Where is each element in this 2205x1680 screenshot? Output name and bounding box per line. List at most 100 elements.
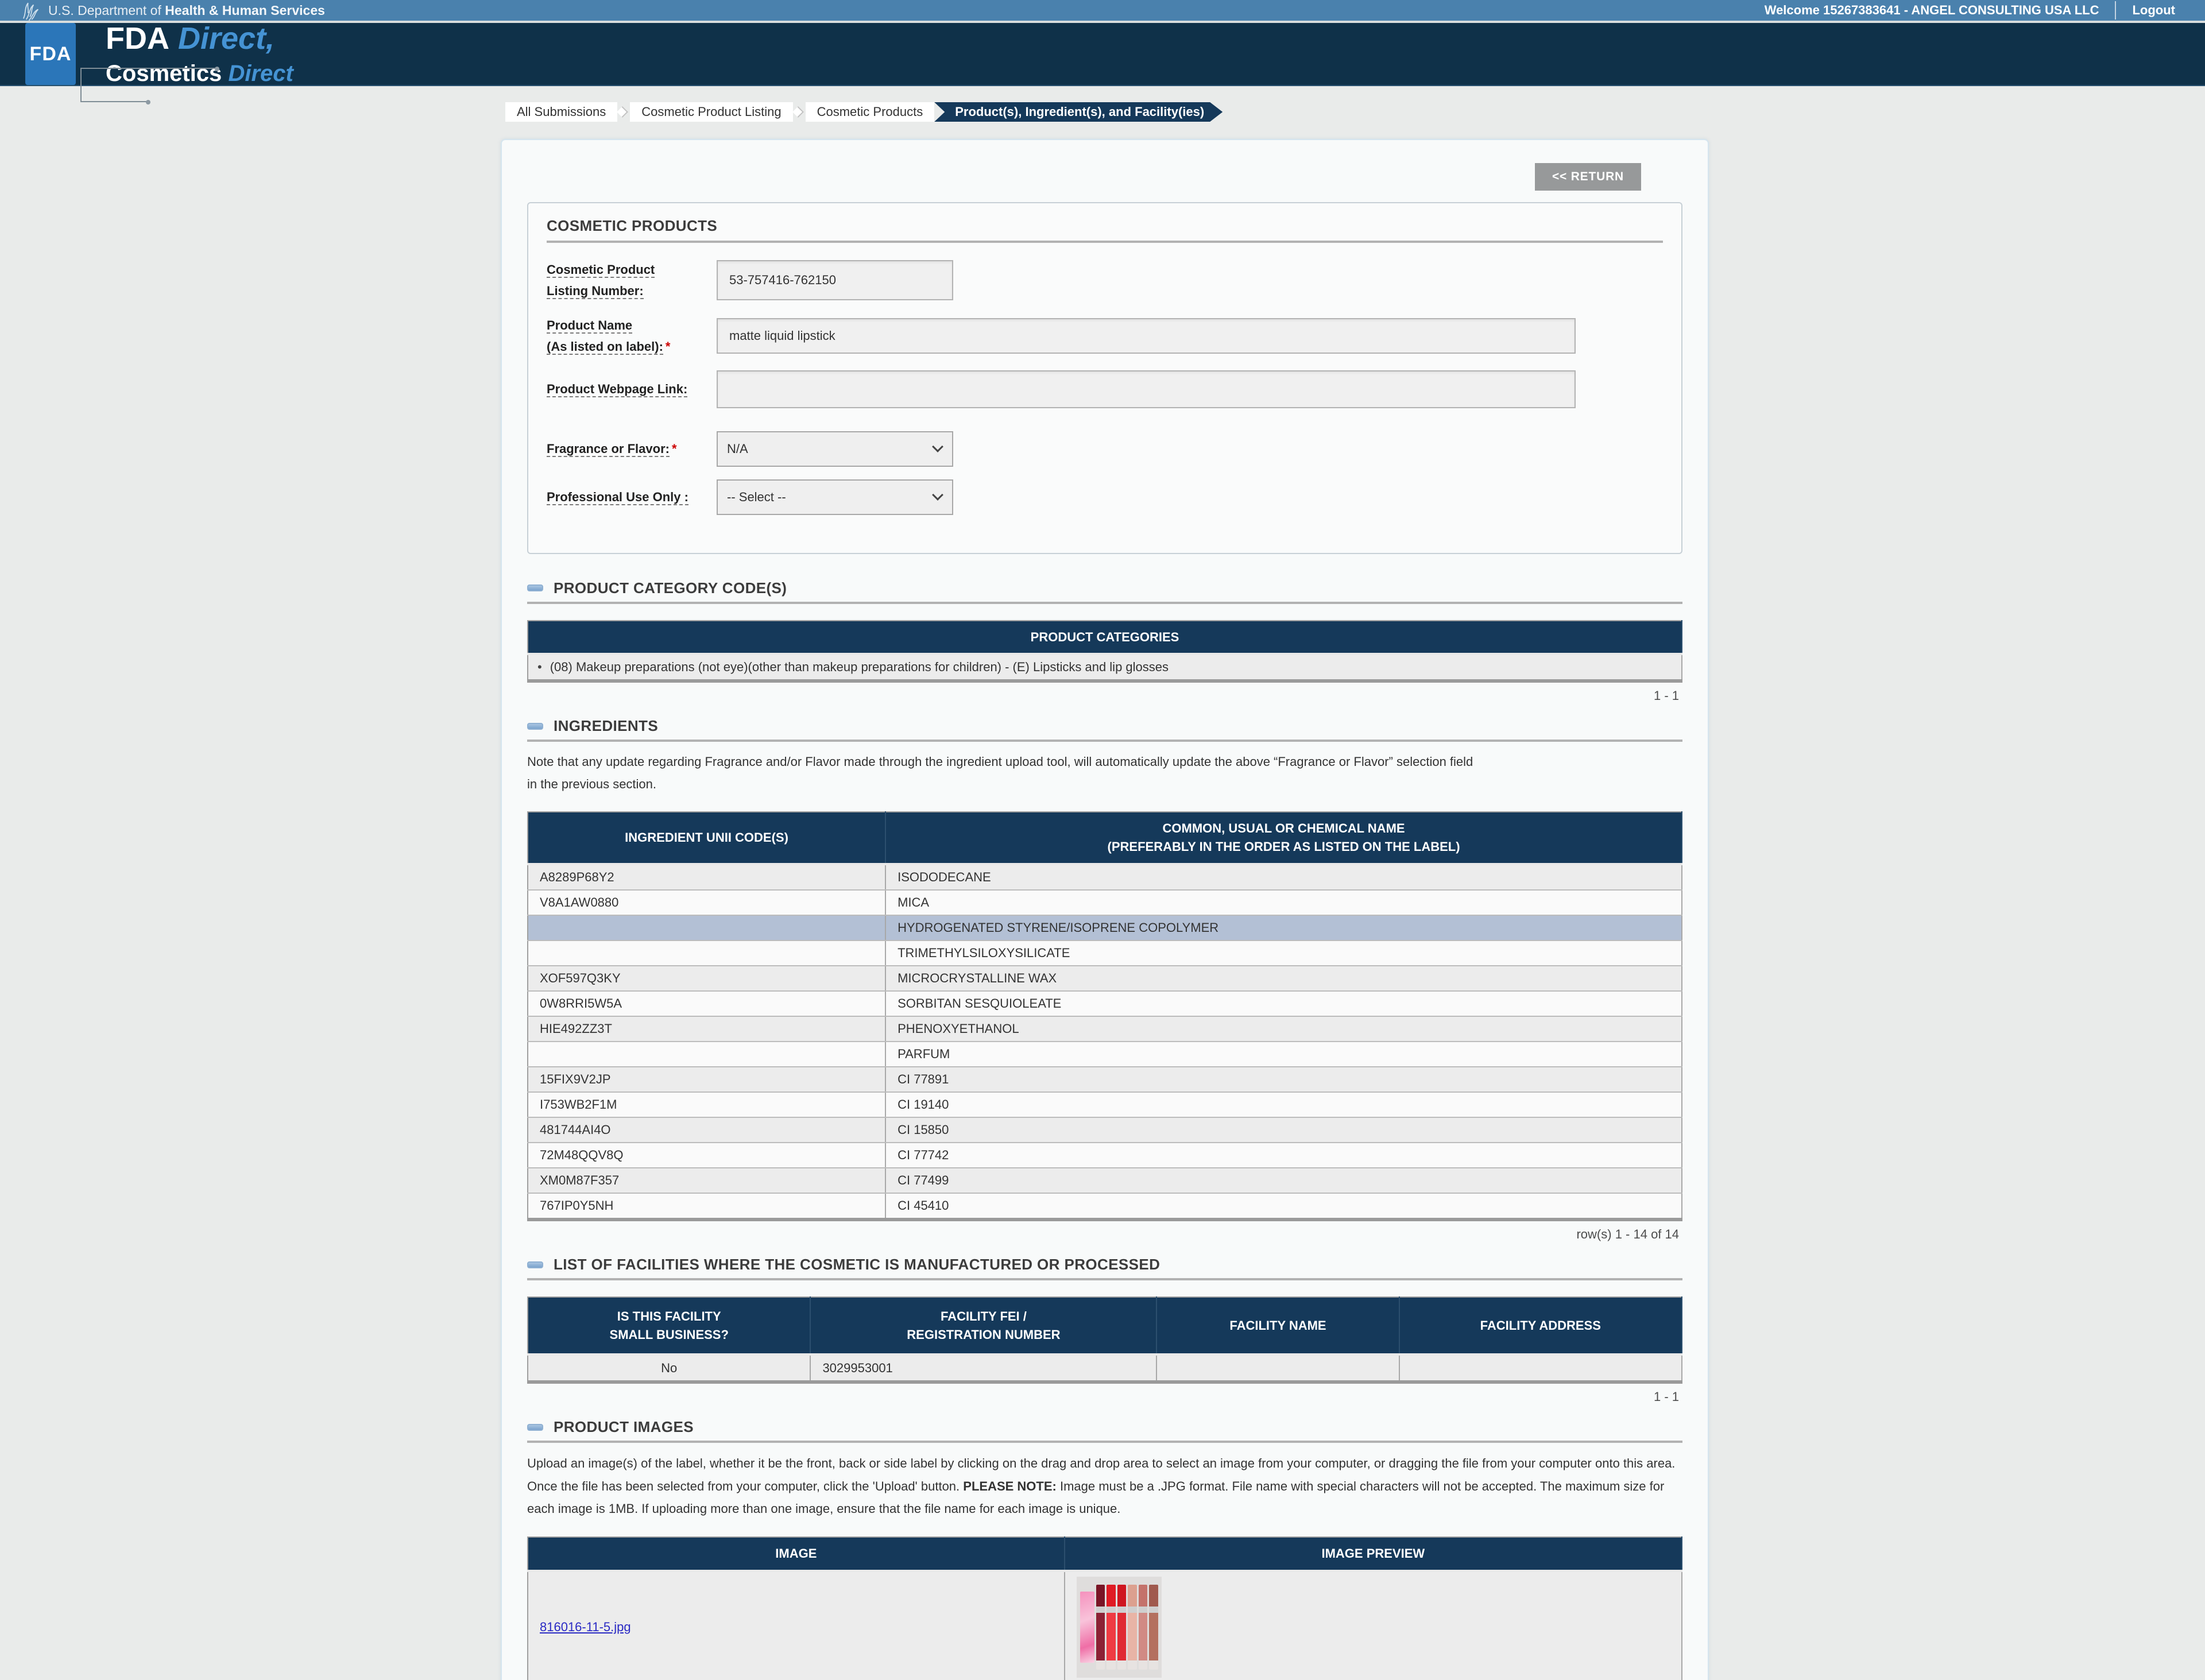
lipstick-tube <box>1149 1584 1158 1670</box>
professional-use-select[interactable]: -- Select -- <box>717 479 953 515</box>
ingredient-unii-cell: XOF597Q3KY <box>528 966 887 992</box>
facility-address-column-header: FACILITY ADDRESS <box>1399 1297 1683 1356</box>
professional-use-label: Professional Use Only : <box>547 489 688 505</box>
ingredient-name-cell: PARFUM <box>885 1042 1683 1068</box>
breadcrumb-cosmetic-products[interactable]: Cosmetic Products <box>805 102 935 122</box>
facilities-section: LIST OF FACILITIES WHERE THE COSMETIC IS… <box>527 1256 1683 1404</box>
ingredient-unii-cell <box>528 1042 887 1068</box>
return-button[interactable]: << RETURN <box>1534 163 1641 191</box>
ingredient-unii-cell: 0W8RRI5W5A <box>528 991 887 1017</box>
logout-link[interactable]: Logout <box>2132 3 2175 18</box>
divider <box>527 601 1682 604</box>
image-row: 816016-11-5.jpg <box>528 1570 1682 1680</box>
listing-number-field[interactable]: 53-757416-762150 <box>717 260 953 301</box>
breadcrumb-all-submissions[interactable]: All Submissions <box>505 102 618 122</box>
cosmetic-products-box: COSMETIC PRODUCTS Cosmetic Product Listi… <box>527 202 1682 554</box>
ingredient-name-cell: CI 77742 <box>885 1143 1683 1169</box>
ingredient-row[interactable]: HYDROGENATED STYRENE/ISOPRENE COPOLYMER <box>528 915 1683 942</box>
ingredients-pagination: row(s) 1 - 14 of 14 <box>1576 1227 1679 1242</box>
ingredient-row[interactable]: PARFUM <box>528 1042 1683 1068</box>
product-categories-header: PRODUCT CATEGORIES <box>528 620 1682 656</box>
ingredient-name-cell: MICA <box>885 890 1683 916</box>
ingredient-row[interactable]: I753WB2F1M CI 19140 <box>528 1092 1683 1118</box>
ingredient-row[interactable]: XM0M87F357 CI 77499 <box>528 1168 1683 1194</box>
ingredient-row[interactable]: V8A1AW0880 MICA <box>528 890 1683 916</box>
fragrance-row: Fragrance or Flavor: * N/A <box>547 431 1663 467</box>
ingredient-row[interactable]: HIE492ZZ3T PHENOXYETHANOL <box>528 1016 1683 1043</box>
hhs-topbar: U.S. Department of Health & Human Servic… <box>0 0 2205 23</box>
ingredient-unii-cell: 767IP0Y5NH <box>528 1193 887 1221</box>
ingredient-unii-cell: 72M48QQV8Q <box>528 1143 887 1169</box>
professional-use-row: Professional Use Only : -- Select -- <box>547 479 1663 515</box>
collapse-icon[interactable] <box>527 1261 543 1268</box>
divider <box>527 1441 1682 1443</box>
listing-number-row: Cosmetic Product Listing Number: 53-7574… <box>547 259 1663 302</box>
ingredient-row[interactable]: XOF597Q3KY MICROCRYSTALLINE WAX <box>528 966 1683 992</box>
small-business-column-header: IS THIS FACILITY SMALL BUSINESS? <box>528 1297 811 1356</box>
ingredient-row[interactable]: A8289P68Y2 ISODODECANE <box>528 864 1683 891</box>
divider <box>547 241 1663 243</box>
ingredient-row[interactable]: 15FIX9V2JP CI 77891 <box>528 1067 1683 1093</box>
facility-address-cell <box>1399 1354 1683 1383</box>
facilities-pagination: 1 - 1 <box>1653 1389 1679 1404</box>
ingredient-name-cell: CI 15850 <box>885 1117 1683 1144</box>
breadcrumb-cosmetic-product-listing[interactable]: Cosmetic Product Listing <box>630 102 793 122</box>
divider <box>527 740 1682 742</box>
product-categories-table: PRODUCT CATEGORIES • (08) Makeup preparat… <box>527 620 1682 683</box>
ingredient-row[interactable]: 0W8RRI5W5A SORBITAN SESQUIOLEATE <box>528 991 1683 1017</box>
welcome-text: Welcome 15267383641 - ANGEL CONSULTING U… <box>1764 3 2099 17</box>
category-row[interactable]: • (08) Makeup preparations (not eye)(othe… <box>528 654 1682 682</box>
collapse-icon[interactable] <box>527 584 543 592</box>
ingredients-section: INGREDIENTS Note that any update regardi… <box>527 717 1683 1242</box>
hhs-eagle-icon <box>22 2 39 21</box>
collapse-icon[interactable] <box>527 1423 543 1431</box>
collapse-icon[interactable] <box>527 722 543 730</box>
ingredients-note: Note that any update regarding Fragrance… <box>527 754 1473 791</box>
ingredient-name-cell: MICROCRYSTALLINE WAX <box>885 966 1683 992</box>
lipstick-carton <box>1080 1591 1094 1663</box>
fei-column-header: FACILITY FEI / REGISTRATION NUMBER <box>810 1297 1158 1356</box>
lipstick-tube <box>1138 1584 1148 1670</box>
ingredient-name-cell: CI 45410 <box>885 1193 1683 1221</box>
ingredient-row[interactable]: TRIMETHYLSILOXYSILICATE <box>528 940 1683 967</box>
image-preview-thumbnail[interactable] <box>1076 1576 1162 1678</box>
ingredients-tbody: A8289P68Y2 ISODODECANE V8A1AW0880 MICA HYDRO… <box>528 864 1683 1221</box>
product-name-label: Product Name (As listed on label): * <box>547 318 671 355</box>
divider <box>527 1278 1682 1281</box>
ingredient-name-cell: PHENOXYETHANOL <box>885 1016 1683 1043</box>
breadcrumb-current-page: Product(s), Ingredient(s), and Facility(… <box>934 102 1223 122</box>
image-preview-column-header: IMAGE PREVIEW <box>1064 1537 1682 1572</box>
ingredient-name-cell: CI 77499 <box>885 1168 1683 1194</box>
product-name-field[interactable]: matte liquid lipstick <box>717 318 1576 354</box>
hhs-dept-text: U.S. Department of Health & Human Servic… <box>48 2 325 18</box>
brand-bracket-decoration <box>80 68 150 104</box>
ingredient-name-cell: HYDROGENATED STYRENE/ISOPRENE COPOLYMER <box>885 915 1683 942</box>
ingredient-unii-cell <box>528 915 887 942</box>
ingredient-unii-cell: V8A1AW0880 <box>528 890 887 916</box>
facility-row[interactable]: No 3029953001 <box>528 1354 1683 1383</box>
unii-column-header: INGREDIENT UNII CODE(S) <box>528 812 887 866</box>
ingredient-unii-cell <box>528 940 887 967</box>
ingredient-unii-cell: A8289P68Y2 <box>528 864 887 891</box>
image-file-link[interactable]: 816016-11-5.jpg <box>540 1620 631 1634</box>
ingredient-row[interactable]: 72M48QQV8Q CI 77742 <box>528 1143 1683 1169</box>
bullet-icon: • <box>537 660 542 675</box>
webpage-link-row: Product Webpage Link: <box>547 370 1663 408</box>
ingredient-row[interactable]: 767IP0Y5NH CI 45410 <box>528 1193 1683 1221</box>
facility-name-cell <box>1156 1354 1400 1383</box>
ingredients-table: INGREDIENT UNII CODE(S) COMMON, USUAL OR… <box>527 811 1683 1222</box>
content-panel: << RETURN COSMETIC PRODUCTS Cosmetic Pro… <box>501 139 1709 1680</box>
cosmetic-products-title: COSMETIC PRODUCTS <box>547 217 718 234</box>
small-business-cell: No <box>528 1354 811 1383</box>
ingredient-row[interactable]: 481744AI4O CI 15850 <box>528 1117 1683 1144</box>
lipstick-tube <box>1128 1584 1137 1670</box>
chemical-name-column-header: COMMON, USUAL OR CHEMICAL NAME (PREFERAB… <box>885 812 1683 866</box>
page: U.S. Department of Health & Human Servic… <box>0 0 2205 1680</box>
ingredient-unii-cell: 15FIX9V2JP <box>528 1067 887 1093</box>
lipstick-tube <box>1117 1584 1127 1670</box>
fragrance-select[interactable]: N/A <box>717 431 953 467</box>
webpage-link-field[interactable] <box>717 370 1576 408</box>
listing-number-label: Cosmetic Product Listing Number: <box>547 262 655 300</box>
chevron-right-icon <box>617 106 629 118</box>
chevron-right-icon <box>792 106 804 118</box>
